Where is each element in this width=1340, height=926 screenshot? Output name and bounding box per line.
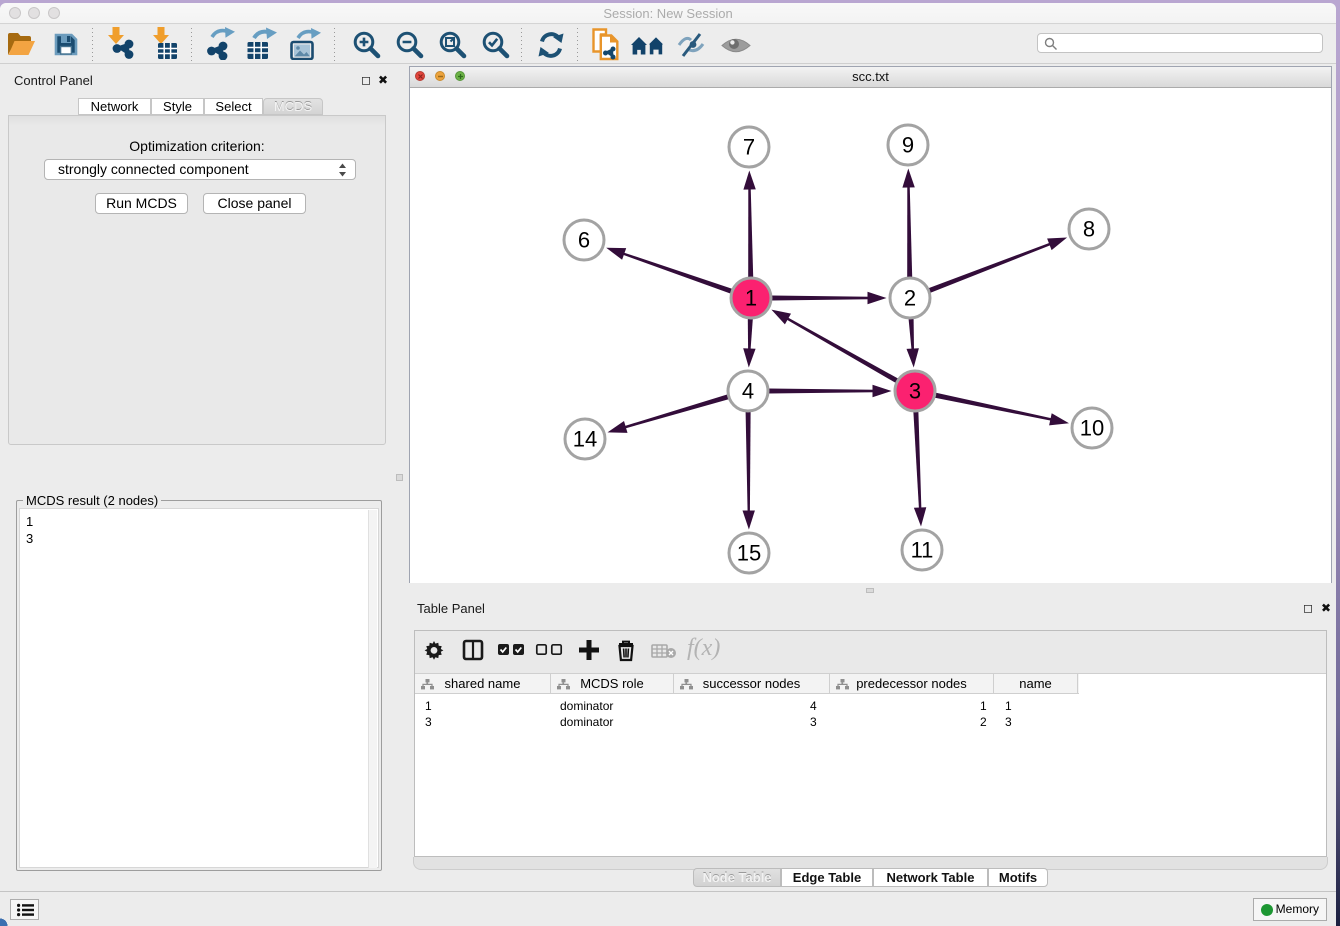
svg-text:4: 4 (742, 379, 754, 404)
svg-text:15: 15 (737, 541, 761, 566)
svg-text:7: 7 (743, 135, 755, 160)
svg-text:6: 6 (578, 228, 590, 253)
svg-text:10: 10 (1080, 416, 1104, 441)
svg-text:14: 14 (573, 427, 597, 452)
svg-text:3: 3 (909, 379, 921, 404)
svg-text:11: 11 (911, 538, 934, 563)
svg-text:8: 8 (1083, 217, 1095, 242)
svg-text:2: 2 (904, 286, 916, 311)
svg-text:1: 1 (745, 286, 757, 311)
svg-text:9: 9 (902, 133, 914, 158)
